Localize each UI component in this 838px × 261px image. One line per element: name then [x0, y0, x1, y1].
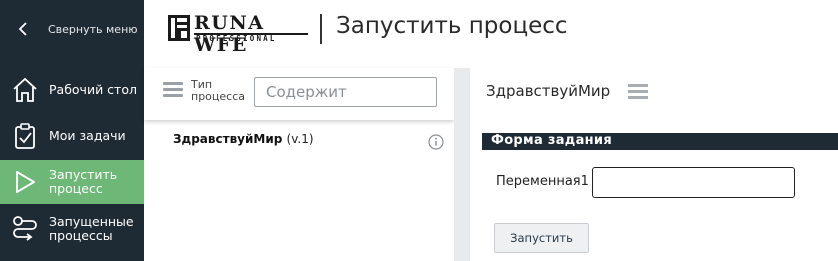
sidebar-item-my-tasks[interactable]: Мои задачи: [0, 114, 144, 158]
start-form-panel: ЗдравствуйМир Форма задания Переменная1 …: [470, 68, 838, 261]
run-button[interactable]: Запустить: [494, 223, 589, 253]
filter-bar: Тип процесса: [144, 68, 454, 120]
runa-wfe-logo: RUNA WFE PROFESSIONAL: [168, 12, 310, 56]
page-title: Запустить процесс: [336, 13, 568, 39]
hamburger-menu-icon[interactable]: [163, 82, 183, 100]
clipboard-check-icon: [10, 121, 40, 151]
process-version: (v.1): [286, 132, 314, 146]
sidebar-item-label: Мои задачи: [49, 128, 126, 143]
list-item-process[interactable]: ЗдравствуйМир (v.1): [144, 128, 454, 154]
process-filter-input[interactable]: [254, 77, 437, 107]
header: RUNA WFE PROFESSIONAL Запустить процесс: [144, 0, 838, 60]
collapse-menu-button[interactable]: Свернуть меню: [0, 0, 144, 58]
form-header: Форма задания: [482, 133, 838, 150]
variable-label: Переменная1: [496, 174, 589, 189]
sidebar-item-label: Запущенные процессы: [49, 214, 134, 243]
sidebar: Свернуть меню Рабочий стол Мои задачи За…: [0, 0, 144, 261]
chevron-left-icon: [16, 21, 32, 37]
sidebar-item-label: Запустить процесс: [49, 167, 118, 196]
process-title: ЗдравствуйМир: [486, 82, 611, 100]
process-name: ЗдравствуйМир (v.1): [173, 132, 314, 146]
collapse-menu-label: Свернуть меню: [48, 22, 138, 36]
runa-logo-mark-icon: [168, 15, 190, 41]
logo-subtitle: PROFESSIONAL: [196, 34, 277, 43]
panel-divider: [454, 68, 470, 261]
sidebar-item-label: Рабочий стол: [49, 82, 137, 97]
process-list-panel: Тип процесса ЗдравствуйМир (v.1): [144, 68, 454, 261]
play-icon: [10, 167, 40, 197]
list-menu-icon[interactable]: [628, 84, 648, 102]
process-flow-icon: [10, 214, 40, 244]
sidebar-item-start-process[interactable]: Запустить процесс: [0, 160, 144, 204]
process-name-text: ЗдравствуйМир: [173, 132, 283, 146]
sidebar-item-running-processes[interactable]: Запущенные процессы: [0, 207, 144, 251]
sidebar-item-desktop[interactable]: Рабочий стол: [0, 68, 144, 112]
info-icon[interactable]: [428, 134, 444, 150]
process-type-label: Тип процесса: [191, 78, 245, 103]
variable-input[interactable]: [592, 167, 795, 198]
header-separator: [320, 14, 322, 44]
home-icon: [10, 75, 40, 105]
form-header-label: Форма задания: [491, 133, 612, 148]
